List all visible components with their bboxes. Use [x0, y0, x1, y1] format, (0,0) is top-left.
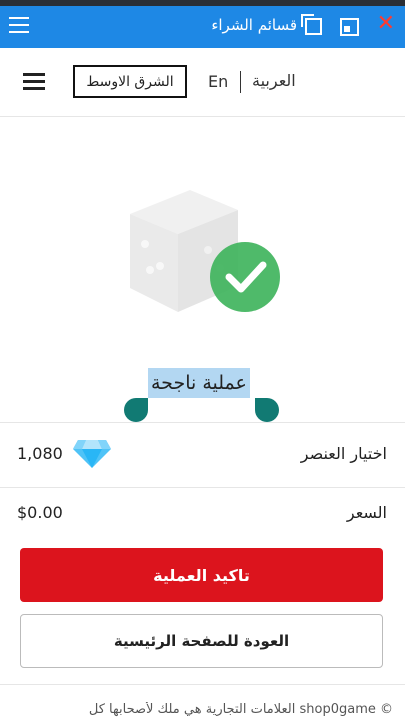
- copy-icon[interactable]: [301, 14, 322, 35]
- overlay-menu-icon[interactable]: [9, 17, 29, 35]
- close-icon[interactable]: ✕: [377, 12, 395, 36]
- dice-with-check-icon: [130, 190, 280, 312]
- back-to-home-button[interactable]: العودة للصفحة الرئيسية: [20, 614, 383, 668]
- footer-copyright: © shop0game العلامات التجارية هي ملك لأص…: [88, 702, 393, 717]
- overlay-title-bar: قسائم الشراء ✕: [0, 0, 405, 48]
- region-selector-button[interactable]: الشرق الاوسط: [73, 65, 187, 98]
- restore-window-icon[interactable]: [340, 18, 359, 36]
- selection-handle-start[interactable]: [124, 398, 148, 422]
- price-row: السعر $0.00: [0, 500, 405, 526]
- price-label: السعر: [346, 503, 387, 522]
- selection-handle-end[interactable]: [255, 398, 279, 422]
- operation-status-text: عملية ناجحة: [148, 368, 250, 398]
- hamburger-menu-icon[interactable]: [23, 73, 45, 91]
- price-value: $0.00: [17, 503, 63, 522]
- divider: [0, 684, 405, 685]
- status-strip: [0, 0, 405, 6]
- diamond-icon: [73, 440, 111, 468]
- language-arabic-link[interactable]: العربية: [252, 71, 296, 90]
- overlay-title: قسائم الشراء: [211, 16, 297, 34]
- site-header: الشرق الاوسط En العربية: [0, 48, 405, 117]
- language-divider: [240, 71, 241, 93]
- language-english-link[interactable]: En: [208, 72, 228, 91]
- item-row: اختيار العنصر 1,080: [0, 436, 405, 472]
- divider: [0, 422, 405, 423]
- divider: [0, 487, 405, 488]
- item-label: اختيار العنصر: [300, 444, 387, 463]
- confirm-operation-button[interactable]: تاكيد العملية: [20, 548, 383, 602]
- item-value: 1,080: [17, 444, 63, 463]
